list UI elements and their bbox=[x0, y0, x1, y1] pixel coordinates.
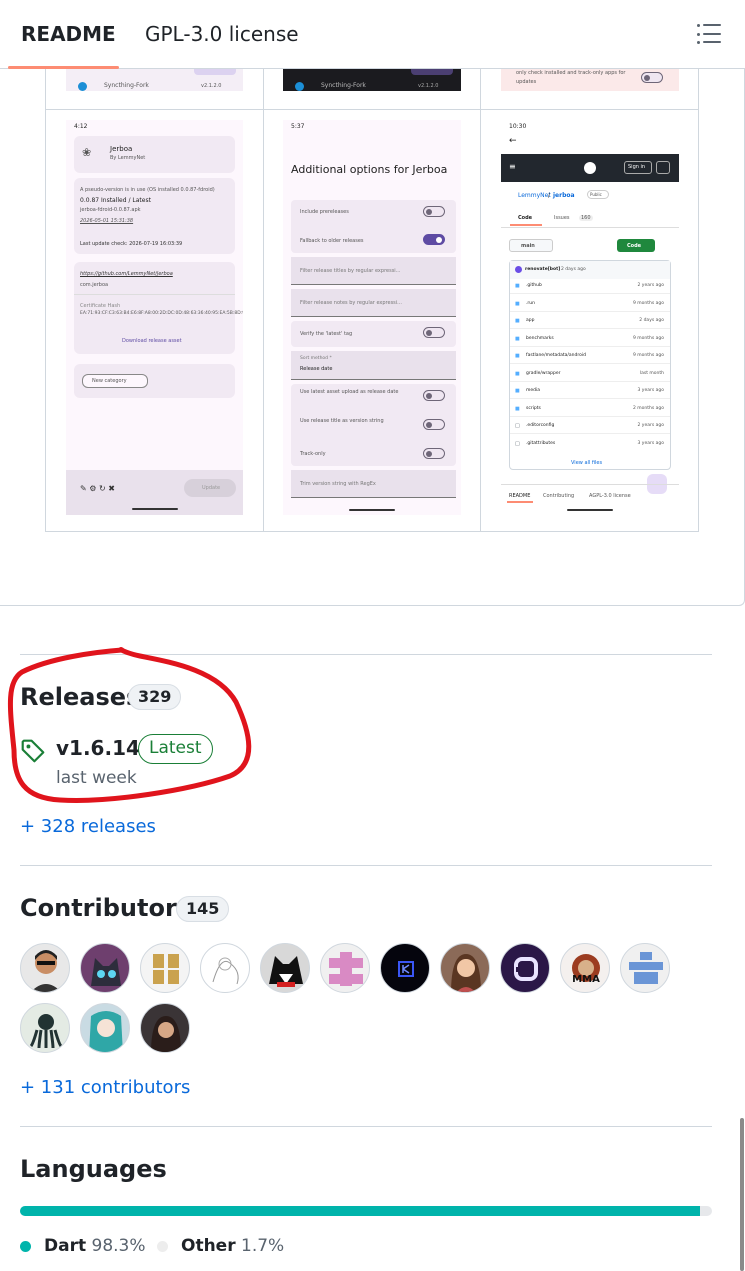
svg-text:MMA: MMA bbox=[572, 974, 600, 985]
contributor-avatar[interactable] bbox=[140, 943, 190, 993]
file-time: 2 days ago bbox=[639, 318, 664, 323]
folder-icon: ■ bbox=[515, 300, 520, 307]
file-icon: □ bbox=[515, 423, 520, 429]
releases-heading[interactable]: Releases bbox=[20, 683, 140, 711]
contributor-avatar[interactable] bbox=[500, 943, 550, 993]
contributor-avatar[interactable] bbox=[320, 943, 370, 993]
language-dart[interactable]: Dart 98.3% bbox=[44, 1236, 146, 1256]
file-row-divider bbox=[510, 433, 670, 434]
file-name: fastlane/metadata/android bbox=[526, 353, 586, 358]
file-row-divider bbox=[510, 363, 670, 364]
file-time: 9 months ago bbox=[632, 300, 664, 306]
file-name: benchmarks bbox=[526, 335, 554, 341]
folder-icon: ■ bbox=[515, 318, 520, 324]
folder-icon: ■ bbox=[515, 370, 520, 377]
file-time: 2 years ago bbox=[637, 283, 664, 288]
folder-icon: ■ bbox=[515, 335, 520, 342]
screenshot-additional-options: 5:37 Additional options for Jerboa Inclu… bbox=[283, 120, 461, 515]
more-contributors-link[interactable]: + 131 contributors bbox=[20, 1077, 190, 1098]
file-name: gradle/wrapper bbox=[526, 370, 561, 376]
tab-license[interactable]: GPL-3.0 license bbox=[145, 22, 299, 46]
file-name: .editorconfig bbox=[526, 423, 555, 428]
contributors-count-badge: 145 bbox=[176, 896, 230, 922]
folder-icon: ■ bbox=[515, 388, 520, 394]
contributors-heading[interactable]: Contributors bbox=[20, 894, 191, 922]
contributor-avatar[interactable] bbox=[620, 943, 670, 993]
contributor-avatar[interactable] bbox=[80, 943, 130, 993]
contributor-avatar[interactable] bbox=[20, 1003, 70, 1053]
more-releases-link[interactable]: + 328 releases bbox=[20, 816, 156, 837]
divider bbox=[20, 865, 712, 866]
contributor-avatar[interactable] bbox=[80, 1003, 130, 1053]
file-name: scripts bbox=[526, 405, 541, 411]
file-time: 2 years ago bbox=[637, 423, 664, 428]
screenshot-app-details: 4:12 ❀ Jerboa By LemmyNet A pseudo-versi… bbox=[66, 120, 243, 515]
contributor-avatar[interactable] bbox=[140, 1003, 190, 1053]
outline-list-icon[interactable] bbox=[697, 22, 723, 46]
file-row-divider bbox=[510, 293, 670, 294]
folder-icon: ■ bbox=[515, 353, 520, 359]
file-row-divider bbox=[510, 328, 670, 329]
red-annotation-circle bbox=[7, 647, 252, 803]
language-other: Other 1.7% bbox=[181, 1236, 285, 1256]
contributor-avatar[interactable] bbox=[260, 943, 310, 993]
divider bbox=[20, 1126, 712, 1127]
file-name: .gitattributes bbox=[526, 440, 556, 446]
contributor-avatar[interactable]: MMA bbox=[560, 943, 610, 993]
language-bar-dart bbox=[20, 1206, 701, 1216]
file-time: 9 months ago bbox=[632, 335, 664, 341]
file-row-divider bbox=[510, 380, 670, 382]
contributor-avatar[interactable] bbox=[200, 943, 250, 993]
other-color-dot bbox=[157, 1241, 168, 1252]
readme-content: Syncthing-Fork v2.1.2.0 Syncthing-Fork v… bbox=[0, 69, 745, 606]
tag-icon bbox=[21, 739, 45, 763]
latest-release-link[interactable]: v1.6.14 bbox=[56, 736, 140, 760]
folder-icon: ■ bbox=[515, 405, 520, 412]
file-row-divider bbox=[510, 310, 670, 312]
file-name: app bbox=[526, 318, 535, 323]
file-time: 9 months ago bbox=[632, 353, 664, 358]
file-time: last month bbox=[639, 370, 664, 376]
file-icon: □ bbox=[515, 440, 520, 447]
language-bar bbox=[20, 1206, 712, 1216]
screenshot-top-2: Syncthing-Fork v2.1.2.0 bbox=[283, 69, 461, 91]
page-scrollbar[interactable] bbox=[740, 1118, 744, 1271]
dart-color-dot bbox=[20, 1241, 31, 1252]
file-row-divider bbox=[510, 415, 670, 417]
tab-readme[interactable]: README bbox=[21, 22, 116, 46]
screenshot-top-3: only check installed and track-only apps… bbox=[501, 69, 679, 91]
contributor-avatar[interactable] bbox=[20, 943, 70, 993]
file-time: 3 years ago bbox=[637, 388, 664, 393]
latest-badge: Latest bbox=[138, 734, 213, 764]
folder-icon: ■ bbox=[515, 283, 520, 289]
file-time: 3 years ago bbox=[637, 440, 664, 446]
file-row-divider bbox=[510, 345, 670, 347]
file-name: media bbox=[526, 388, 541, 393]
screenshot-table: Syncthing-Fork v2.1.2.0 Syncthing-Fork v… bbox=[45, 69, 699, 532]
file-name: .github bbox=[526, 283, 542, 288]
languages-heading: Languages bbox=[20, 1155, 167, 1183]
file-row-divider bbox=[510, 398, 670, 399]
contributor-avatar[interactable] bbox=[380, 943, 430, 993]
divider bbox=[20, 654, 712, 655]
active-tab-indicator bbox=[8, 66, 119, 69]
file-name: .run bbox=[526, 300, 535, 306]
contributor-avatar[interactable] bbox=[440, 943, 490, 993]
releases-count-badge: 329 bbox=[128, 684, 182, 710]
readme-tab-bar: README GPL-3.0 license bbox=[0, 0, 745, 69]
file-time: 2 months ago bbox=[632, 405, 664, 411]
screenshot-github-repo: 10:30 ← ≡ Sign in LemmyNet / jerboa Publ… bbox=[501, 120, 679, 515]
screenshot-top-1: Syncthing-Fork v2.1.2.0 bbox=[66, 69, 243, 91]
release-date: last week bbox=[56, 768, 137, 788]
